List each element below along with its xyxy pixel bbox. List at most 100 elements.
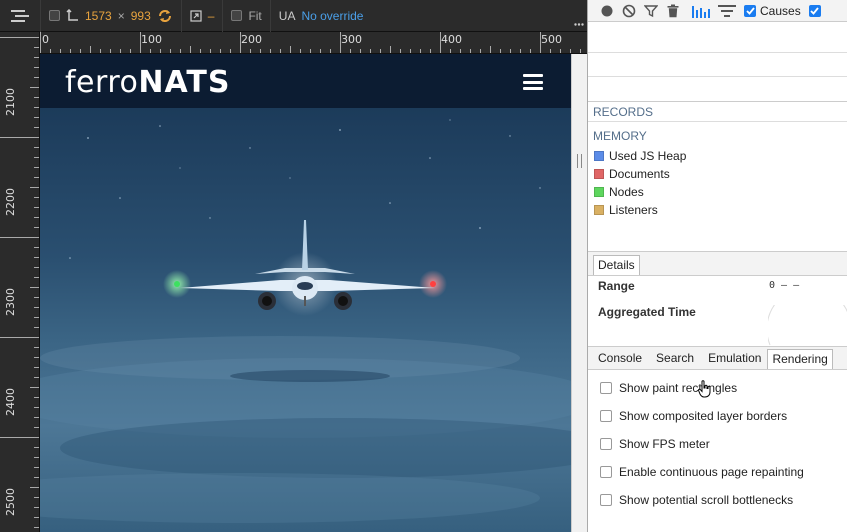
ruler-label: 300 — [341, 33, 362, 46]
causes-label: Causes — [760, 3, 801, 18]
details-tabbar: Details — [588, 251, 847, 276]
legend-swatch — [594, 187, 604, 197]
height-value[interactable]: 993 — [131, 9, 151, 23]
legend-label: Listeners — [609, 203, 658, 217]
emulation-toolbar: 1573 × 993 – Fit UA No override — [0, 0, 587, 32]
timeline-overview[interactable] — [588, 22, 847, 102]
option-show-paint-rectangles[interactable]: Show paint rectangles — [600, 381, 737, 395]
option-label: Show paint rectangles — [619, 381, 738, 395]
causes-checkbox[interactable] — [744, 4, 756, 17]
ruler-label: 500 — [541, 33, 562, 46]
option-checkbox[interactable] — [600, 466, 612, 478]
record-icon — [601, 5, 613, 16]
logo-text-nats: NATS — [138, 65, 231, 100]
hand-cursor-icon — [698, 380, 711, 398]
legend-label: Used JS Heap — [609, 149, 687, 163]
legend-swatch — [594, 205, 604, 215]
ruler-label: 2200 — [4, 188, 17, 216]
option-scroll-bottlenecks[interactable]: Show potential scroll bottlenecks — [600, 493, 793, 507]
timeline-toolbar: Causes — [588, 0, 847, 22]
option-continuous-repainting[interactable]: Enable continuous page repainting — [600, 465, 804, 479]
tab-console[interactable]: Console — [594, 347, 646, 369]
hero-image — [40, 108, 571, 532]
aggregated-time-label: Aggregated Time — [598, 305, 696, 319]
width-value[interactable]: 1573 — [85, 9, 112, 23]
drawer-menu-button[interactable] — [0, 0, 40, 32]
resize-icon — [66, 9, 78, 21]
ferronats-logo[interactable]: ferroNATS — [65, 65, 230, 100]
fit-label: Fit — [248, 8, 262, 23]
garbage-collect-button[interactable] — [662, 0, 684, 22]
clear-button[interactable] — [618, 0, 640, 22]
resize-handle-icon[interactable] — [577, 154, 582, 168]
option-checkbox[interactable] — [600, 382, 612, 394]
more-options-icon[interactable] — [571, 0, 587, 32]
option-show-fps-meter[interactable]: Show FPS meter — [600, 437, 710, 451]
records-divider — [588, 121, 847, 122]
vertical-ruler: 2100 2200 2300 2400 2500 — [0, 32, 40, 532]
option-checkbox[interactable] — [600, 410, 612, 422]
legend-item[interactable]: Used JS Heap — [594, 149, 686, 163]
range-label: Range — [598, 279, 635, 293]
ruler-label: 2400 — [4, 388, 17, 416]
horizontal-ruler: 0 100 200 300 400 500 — [40, 32, 587, 54]
device-scale-icon — [190, 9, 202, 22]
bar-view-button[interactable] — [690, 0, 712, 22]
ua-override-dropdown[interactable]: No override — [301, 9, 363, 23]
memory-checkbox[interactable] — [808, 4, 821, 17]
trash-icon — [667, 4, 679, 17]
causes-toggle[interactable]: Causes — [744, 4, 801, 18]
range-value: 0 – – — [769, 280, 800, 291]
site-header: ferroNATS — [40, 54, 571, 108]
aggregated-time-pie — [768, 305, 847, 346]
legend-item[interactable]: Documents — [594, 167, 670, 181]
ruler-label: 2100 — [4, 88, 17, 116]
option-label: Show FPS meter — [619, 437, 710, 451]
option-checkbox[interactable] — [600, 438, 612, 450]
memory-header: MEMORY — [593, 129, 647, 143]
option-label: Show composited layer borders — [619, 409, 788, 423]
tab-search[interactable]: Search — [652, 347, 698, 369]
ruler-label: 0 — [42, 33, 49, 46]
tab-rendering[interactable]: Rendering — [767, 349, 833, 369]
legend-swatch — [594, 151, 604, 161]
emulated-viewport[interactable]: ferroNATS — [40, 54, 571, 532]
ruler-label: 100 — [141, 33, 162, 46]
times-sign: × — [117, 8, 125, 23]
devtools-timeline-panel: Causes RECORDS MEMORY Used JS Heap Docum… — [587, 0, 847, 532]
swap-dimensions-icon[interactable] — [157, 8, 173, 24]
filter-button[interactable] — [640, 0, 662, 22]
ruler-label: 2300 — [4, 288, 17, 316]
ruler-label: 200 — [241, 33, 262, 46]
legend-item[interactable]: Listeners — [594, 203, 658, 217]
legend-label: Nodes — [609, 185, 644, 199]
ruler-label: 2500 — [4, 488, 17, 516]
flame-view-button[interactable] — [716, 0, 738, 22]
legend-swatch — [594, 169, 604, 179]
ua-label: UA — [278, 8, 296, 23]
drawer-menu-icon — [11, 9, 29, 22]
ruler-label: 400 — [441, 33, 462, 46]
option-checkbox[interactable] — [600, 494, 612, 506]
flame-chart-icon — [718, 4, 736, 17]
logo-text-ferro: ferro — [65, 65, 139, 100]
record-button[interactable] — [596, 0, 618, 22]
hamburger-menu-icon[interactable] — [523, 74, 543, 90]
fit-checkbox[interactable] — [231, 10, 243, 21]
option-show-composited-layer-borders[interactable]: Show composited layer borders — [600, 409, 787, 423]
bar-chart-icon — [692, 5, 710, 18]
viewport-scroll-gutter[interactable] — [571, 54, 587, 532]
rendering-settings-pane: Show paint rectangles Show composited la… — [588, 370, 847, 532]
tab-details[interactable]: Details — [593, 255, 640, 275]
option-label: Enable continuous page repainting — [619, 465, 804, 479]
resolution-checkbox[interactable] — [49, 10, 60, 21]
option-label: Show potential scroll bottlenecks — [619, 493, 794, 507]
device-scale-value[interactable]: – — [208, 9, 215, 23]
clear-icon — [622, 4, 636, 17]
legend-label: Documents — [609, 167, 670, 181]
legend-item[interactable]: Nodes — [594, 185, 644, 199]
records-header: RECORDS — [593, 105, 654, 119]
tab-emulation[interactable]: Emulation — [704, 347, 765, 369]
filter-icon — [644, 4, 658, 17]
drawer-tabbar: Console Search Emulation Rendering — [588, 346, 847, 370]
